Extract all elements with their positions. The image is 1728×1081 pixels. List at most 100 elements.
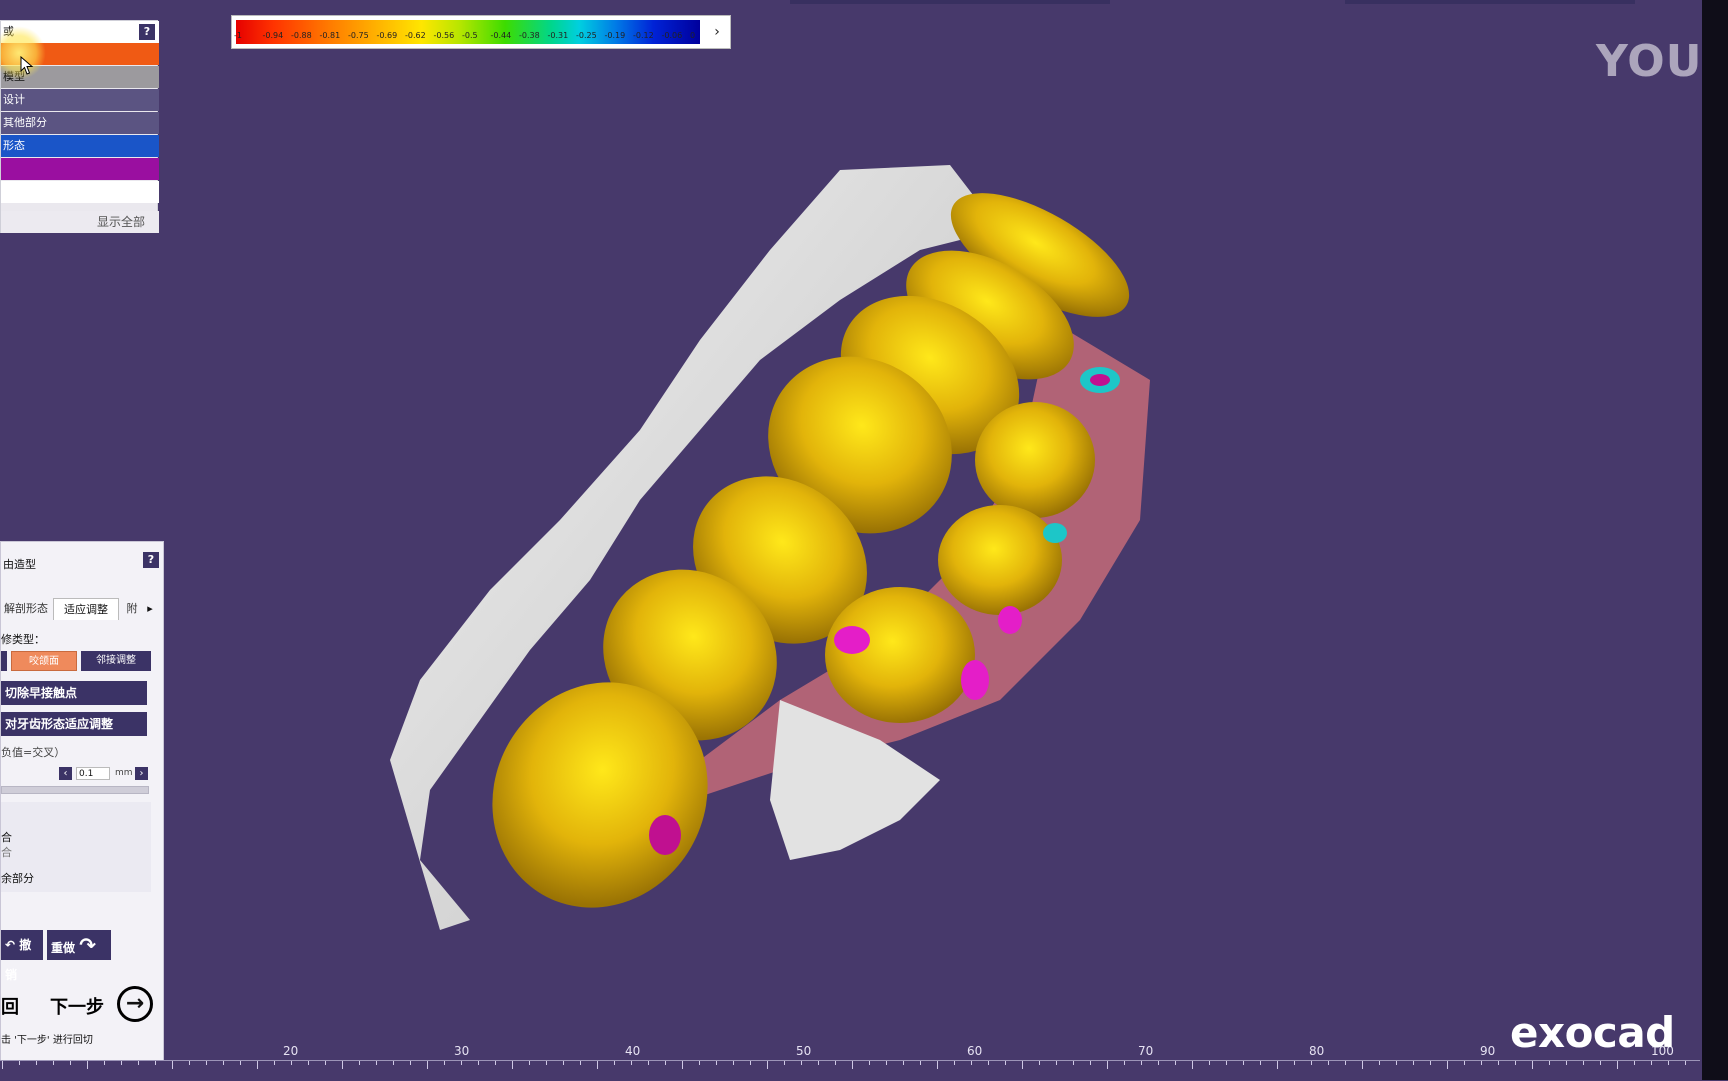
ruler-tick [920, 1061, 921, 1065]
color-scale-tick-label: -0.81 [319, 31, 341, 40]
color-scale-tick-label: -0.5 [462, 31, 478, 40]
crown-6 [938, 505, 1062, 615]
undo-icon: ↶ [5, 938, 16, 952]
ruler-tick [1651, 1061, 1652, 1065]
contact-spot-2 [1043, 523, 1067, 543]
ruler-tick [1158, 1061, 1159, 1065]
ruler-tick [852, 1061, 853, 1069]
color-scale-tick-label: 0 [690, 31, 696, 40]
distance-slider[interactable] [1, 786, 149, 794]
show-all-button[interactable]: 显示全部 [1, 211, 159, 233]
visibility-row-4[interactable]: 形态 [1, 135, 159, 157]
ruler-tick [172, 1061, 173, 1069]
ruler-tick [53, 1061, 54, 1065]
ruler-tick [1328, 1061, 1329, 1065]
visibility-row-3[interactable]: 其他部分 [1, 112, 159, 134]
next-button-label[interactable]: 下一步 [50, 993, 104, 1019]
ruler-tick [223, 1061, 224, 1065]
undo-button[interactable]: ↶ 撤销 [1, 930, 43, 982]
free-form-design-panel: 由造型 ? 解剖形态 适应调整 附 ▸ 修类型： 咬颌面 邻接调整 切除早接触点… [0, 541, 164, 1061]
exocad-logo: exocad [1510, 1008, 1675, 1057]
contact-spot-4 [998, 606, 1022, 634]
tab-scroll-right-icon[interactable]: ▸ [143, 598, 157, 620]
ruler-tick [257, 1061, 258, 1069]
visibility-row-5[interactable] [1, 158, 159, 180]
ruler-tick [512, 1061, 513, 1069]
color-scale-tick-label: -0.12 [633, 31, 654, 40]
ruler-tick [478, 1061, 479, 1065]
visibility-row-label: 形态 [3, 139, 25, 152]
ruler-tick [546, 1061, 547, 1065]
mode-button-proximal[interactable]: 邻接调整 [81, 651, 151, 671]
ruler-tick [1481, 1061, 1482, 1065]
ruler-tick [665, 1061, 666, 1065]
cut-contacts-button[interactable]: 切除早接触点 [1, 681, 147, 705]
ruler-tick [818, 1061, 819, 1065]
ruler-tick [359, 1061, 360, 1065]
ruler-label: 90 [1480, 1044, 1496, 1058]
ruler-tick [138, 1061, 139, 1065]
redo-button[interactable]: 重做 ↷ [47, 930, 111, 960]
option-3-label[interactable]: 余部分 [1, 870, 34, 886]
option-2-label[interactable]: 合 [1, 844, 12, 860]
design-help-button[interactable]: ? [143, 552, 159, 568]
ruler-tick [325, 1061, 326, 1065]
ruler-tick [716, 1061, 717, 1065]
ruler-tick [614, 1061, 615, 1065]
ruler-tick [19, 1061, 20, 1065]
mode-button-left[interactable] [1, 651, 7, 671]
ruler-tick [1192, 1061, 1193, 1069]
contact-spot-5 [961, 660, 989, 700]
ruler-tick [1430, 1061, 1431, 1065]
mouse-pointer-icon [20, 56, 34, 75]
ruler-tick [495, 1061, 496, 1065]
ruler-tick [954, 1061, 955, 1065]
crown-4 [975, 402, 1095, 518]
ruler-tick [1124, 1061, 1125, 1065]
show-all-label: 显示全部 [96, 215, 145, 229]
ruler-tick [631, 1061, 632, 1065]
ruler-tick [903, 1061, 904, 1065]
ruler-tick [1600, 1061, 1601, 1065]
tab-attachment[interactable]: 附 [121, 598, 143, 620]
ruler-tick [563, 1061, 564, 1065]
ruler-tick [189, 1061, 190, 1065]
ruler-tick [1396, 1061, 1397, 1065]
back-button-label[interactable]: 回 [1, 993, 19, 1019]
distance-input[interactable]: 0.1 [76, 767, 110, 780]
ruler-tick [1226, 1061, 1227, 1065]
ruler-tick [1379, 1061, 1380, 1065]
ruler-tick [971, 1061, 972, 1065]
color-scale-tick-label: -0.75 [348, 31, 369, 40]
ruler-tick [1532, 1061, 1533, 1069]
ruler-tick [835, 1061, 836, 1065]
ruler-tick [36, 1061, 37, 1065]
color-scale-tick-label: -0.31 [547, 31, 569, 40]
tab-adaptation[interactable]: 适应调整 [53, 598, 119, 620]
ruler-tick [529, 1061, 530, 1065]
ruler-tick [104, 1061, 105, 1065]
distance-increase-button[interactable]: › [135, 767, 148, 780]
mode-button-occlusal[interactable]: 咬颌面 [11, 651, 77, 671]
color-scale-expand-icon[interactable]: › [706, 20, 728, 44]
color-scale-tick-label: -1 [234, 31, 242, 40]
color-scale-tick-label: -0.56 [433, 31, 455, 40]
ruler-label: 80 [1309, 1044, 1325, 1058]
visibility-help-button[interactable]: ? [139, 24, 155, 40]
ruler-tick [376, 1061, 377, 1065]
adapt-to-antagonist-button[interactable]: 对牙齿形态适应调整 [1, 712, 147, 736]
tab-anatomy[interactable]: 解剖形态 [1, 598, 51, 620]
next-arrow-icon[interactable]: → [117, 986, 153, 1022]
ruler-tick [1243, 1061, 1244, 1065]
3d-viewport-dental-model[interactable] [0, 0, 1700, 1060]
ruler-tick [699, 1061, 700, 1065]
option-1-label[interactable]: 合 [1, 829, 12, 845]
redo-label: 重做 [51, 941, 76, 955]
visibility-row-2[interactable]: 设计 [1, 89, 159, 111]
ruler-tick [1107, 1061, 1108, 1069]
ruler-tick [682, 1061, 683, 1069]
visibility-row-6[interactable] [1, 181, 159, 203]
ruler-tick [121, 1061, 122, 1065]
distance-decrease-button[interactable]: ‹ [59, 767, 72, 780]
ruler-tick [1685, 1061, 1686, 1065]
